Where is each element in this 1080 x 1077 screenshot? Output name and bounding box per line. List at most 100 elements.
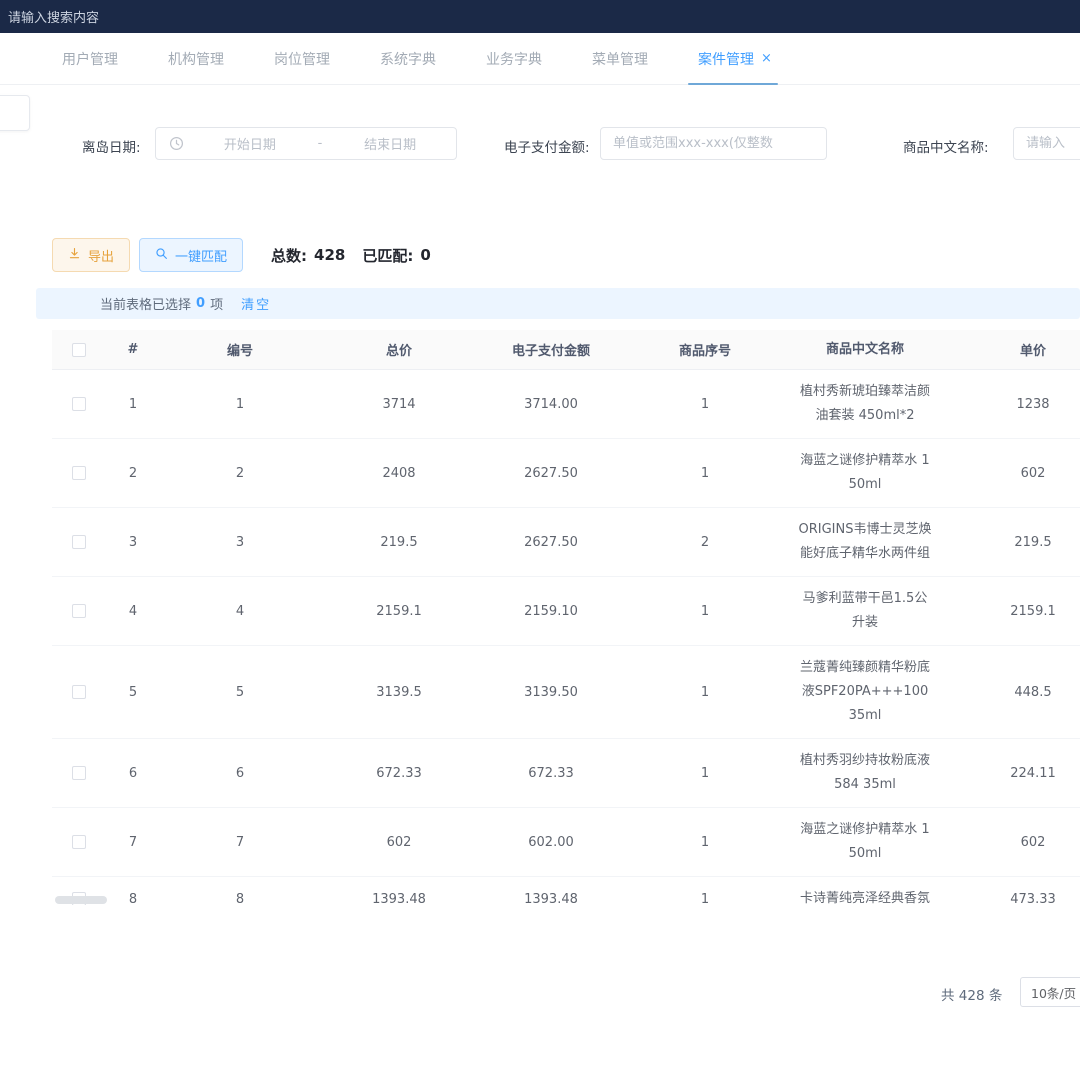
product-name-label: 商品中文名称:: [903, 136, 989, 156]
cell-product-seq: 1: [624, 835, 786, 850]
cell-index: 7: [106, 835, 160, 850]
cell-total-price: 3714: [320, 397, 478, 412]
cell-code: 7: [160, 835, 320, 850]
export-button[interactable]: 导出: [52, 238, 130, 272]
selection-prefix: 当前表格已选择: [100, 294, 191, 313]
cell-index: 4: [106, 604, 160, 619]
cell-total-price: 3139.5: [320, 685, 478, 700]
cell-code: 8: [160, 892, 320, 906]
header-index: #: [106, 330, 160, 369]
cell-product-name: 海蓝之谜修护精萃水 150ml: [786, 808, 944, 876]
cell-product-seq: 1: [624, 604, 786, 619]
total-value: 428: [314, 246, 345, 264]
filter-row: 离岛日期: 开始日期 - 结束日期 电子支付金额: 商品中文名称:: [0, 127, 1080, 161]
cell-unit-price: 224.11: [944, 766, 1080, 781]
cell-epay-amount: 1393.48: [478, 892, 624, 906]
cell-epay-amount: 602.00: [478, 835, 624, 850]
cell-code: 1: [160, 397, 320, 412]
cell-index: 6: [106, 766, 160, 781]
one-click-match-button[interactable]: 一键匹配: [139, 238, 243, 272]
case-management-page: 请输入搜索内容 用户管理 机构管理 岗位管理 系统字典 业务字典 菜单管理 案件…: [0, 0, 1080, 1077]
cell-code: 5: [160, 685, 320, 700]
header-epay-amount: 电子支付金额: [478, 330, 624, 369]
table-row: 1 1 3714 3714.00 1 植村秀新琥珀臻萃洁颜油套装 450ml*2…: [52, 370, 1080, 439]
cell-product-name: 海蓝之谜修护精萃水 150ml: [786, 439, 944, 507]
pagination-total: 共 428 条: [941, 984, 1002, 1004]
matched-label: 已匹配:: [362, 245, 413, 266]
horizontal-scrollbar-thumb[interactable]: [55, 896, 107, 904]
cell-index: 8: [106, 892, 160, 906]
cell-product-seq: 1: [624, 466, 786, 481]
cell-product-seq: 1: [624, 892, 786, 906]
tab-close-icon[interactable]: ×: [761, 51, 772, 66]
cell-unit-price: 219.5: [944, 535, 1080, 550]
header-code: 编号: [160, 330, 320, 369]
start-date-placeholder[interactable]: 开始日期: [184, 134, 316, 153]
cell-product-seq: 1: [624, 397, 786, 412]
cell-unit-price: 602: [944, 466, 1080, 481]
cell-code: 4: [160, 604, 320, 619]
cell-unit-price: 1238: [944, 397, 1080, 412]
cell-total-price: 672.33: [320, 766, 478, 781]
cell-product-name: 卡诗菁纯亮泽经典香氛: [786, 877, 944, 905]
topbar: 请输入搜索内容: [0, 0, 1080, 33]
cell-unit-price: 473.33: [944, 892, 1080, 906]
tab-user-management[interactable]: 用户管理: [62, 33, 118, 84]
depart-date-label: 离岛日期:: [82, 136, 141, 156]
cell-product-name: 植村秀新琥珀臻萃洁颜油套装 450ml*2: [786, 370, 944, 438]
table-row: 6 6 672.33 672.33 1 植村秀羽纱持妆粉底液 584 35ml …: [52, 739, 1080, 808]
date-range-separator: -: [316, 136, 325, 151]
cell-epay-amount: 2159.10: [478, 604, 624, 619]
cell-product-name: 植村秀羽纱持妆粉底液 584 35ml: [786, 739, 944, 807]
cell-product-seq: 2: [624, 535, 786, 550]
depart-date-range-picker[interactable]: 开始日期 - 结束日期: [155, 127, 457, 160]
cell-index: 3: [106, 535, 160, 550]
data-table: # 编号 总价 电子支付金额 商品序号 商品中文名称 单价 1 1 3714 3…: [52, 330, 1080, 905]
end-date-placeholder[interactable]: 结束日期: [324, 134, 456, 153]
table-row: 7 7 602 602.00 1 海蓝之谜修护精萃水 150ml 602: [52, 808, 1080, 877]
tabbar: 用户管理 机构管理 岗位管理 系统字典 业务字典 菜单管理 案件管理 ×: [0, 33, 1080, 85]
matched-value: 0: [420, 246, 430, 264]
cell-code: 3: [160, 535, 320, 550]
tab-org-management[interactable]: 机构管理: [168, 33, 224, 84]
selection-suffix: 项: [210, 294, 223, 313]
table-row: 3 3 219.5 2627.50 2 ORIGINS韦博士灵芝焕能好底子精华水…: [52, 508, 1080, 577]
epay-amount-input[interactable]: [600, 127, 827, 160]
clear-selection-link[interactable]: 清空: [241, 294, 271, 313]
pagination-bar: 共 428 条 10条/页: [0, 977, 1080, 1007]
selection-count: 0: [196, 296, 205, 311]
cell-epay-amount: 2627.50: [478, 466, 624, 481]
tab-business-dict[interactable]: 业务字典: [486, 33, 542, 84]
cell-product-seq: 1: [624, 685, 786, 700]
table-row: 4 4 2159.1 2159.10 1 马爹利蓝带干邑1.5公升装 2159.…: [52, 577, 1080, 646]
search-icon: [155, 247, 168, 264]
tab-system-dict[interactable]: 系统字典: [380, 33, 436, 84]
row-checkbox[interactable]: [72, 766, 86, 780]
cell-epay-amount: 3139.50: [478, 685, 624, 700]
cell-unit-price: 2159.1: [944, 604, 1080, 619]
tab-case-management[interactable]: 案件管理 ×: [698, 33, 772, 84]
row-checkbox[interactable]: [72, 397, 86, 411]
total-label: 总数:: [271, 245, 307, 266]
tab-post-management[interactable]: 岗位管理: [274, 33, 330, 84]
cell-epay-amount: 2627.50: [478, 535, 624, 550]
cell-index: 2: [106, 466, 160, 481]
tab-menu-management[interactable]: 菜单管理: [592, 33, 648, 84]
table-row: 2 2 2408 2627.50 1 海蓝之谜修护精萃水 150ml 602: [52, 439, 1080, 508]
cell-product-name: ORIGINS韦博士灵芝焕能好底子精华水两件组: [786, 508, 944, 576]
row-checkbox[interactable]: [72, 835, 86, 849]
row-checkbox[interactable]: [72, 604, 86, 618]
cell-index: 1: [106, 397, 160, 412]
selection-bar: 当前表格已选择 0 项 清空: [36, 288, 1080, 319]
cell-unit-price: 448.5: [944, 685, 1080, 700]
row-checkbox[interactable]: [72, 466, 86, 480]
row-checkbox[interactable]: [72, 685, 86, 699]
select-all-checkbox[interactable]: [72, 343, 86, 357]
page-size-select[interactable]: 10条/页: [1020, 977, 1080, 1007]
cell-total-price: 2408: [320, 466, 478, 481]
row-checkbox[interactable]: [72, 535, 86, 549]
cell-total-price: 602: [320, 835, 478, 850]
product-name-input[interactable]: [1013, 127, 1080, 160]
global-search-input[interactable]: 请输入搜索内容: [8, 7, 99, 26]
cell-product-seq: 1: [624, 766, 786, 781]
